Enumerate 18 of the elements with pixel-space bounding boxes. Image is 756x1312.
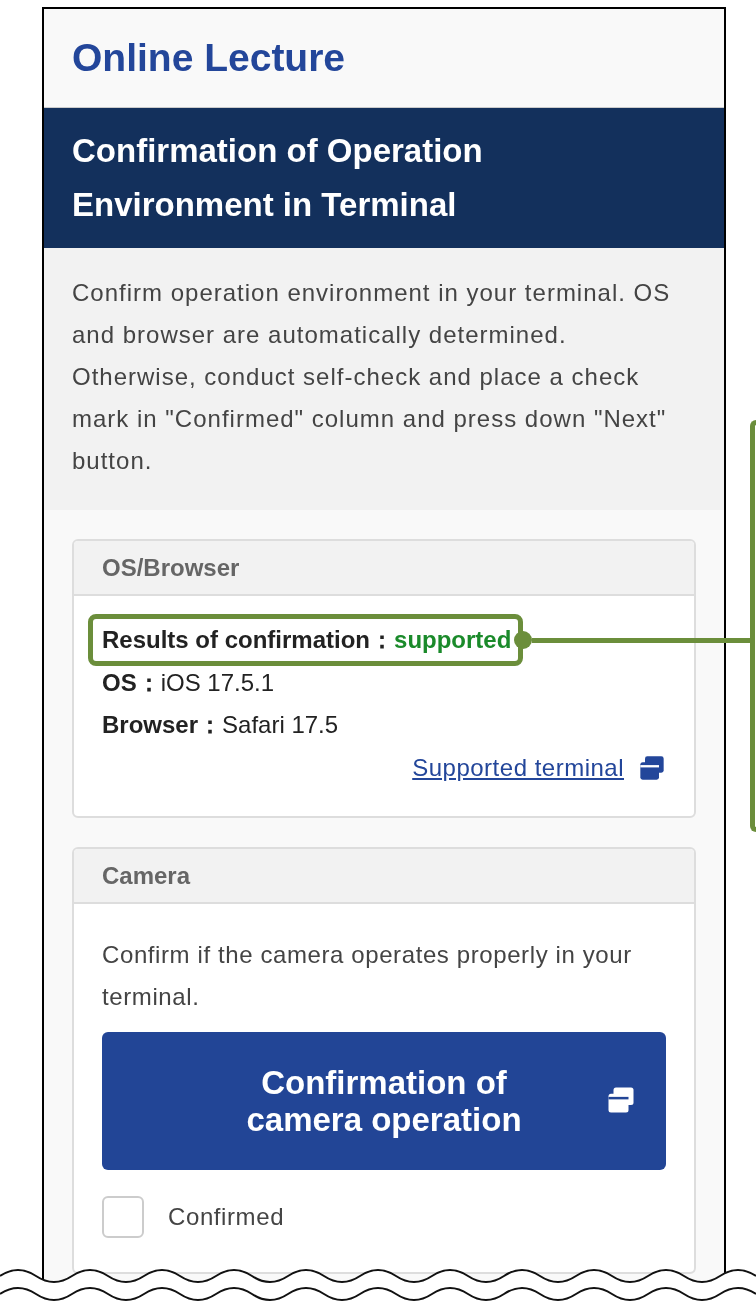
- card-title: Camera: [102, 860, 191, 891]
- field-value: iOS 17.5.1: [160, 668, 275, 698]
- section-title: Confirmation of Operation Environment in Terminal: [72, 131, 484, 225]
- checkbox-label: Confirmed: [168, 1202, 285, 1232]
- field-label: Browser：: [102, 710, 223, 740]
- camera-description: Confirm if the camera operates properly in your terminal.: [102, 940, 633, 1012]
- description-text: Confirm operation environment in your terminal. OS and browser are automatically determined. Otherwise, conduct self-check and place a check mark in "Confirmed" column and press down "Next" button.: [72, 278, 672, 476]
- windows-icon: [606, 1085, 636, 1115]
- card-title: OS/Browser: [102, 552, 240, 583]
- field-value: Safari 17.5: [222, 710, 339, 740]
- page-title: Online Lecture: [72, 34, 346, 81]
- result-value: supported: [394, 625, 512, 655]
- camera-check-button[interactable]: Confirmation of camera operation: [102, 1032, 666, 1170]
- supported-terminal-link[interactable]: Supported terminal: [412, 750, 624, 786]
- field-label: OS：: [102, 668, 161, 698]
- windows-icon: [638, 754, 666, 782]
- checkbox[interactable]: [102, 1196, 144, 1238]
- result-label: Results of confirmation：: [102, 625, 395, 655]
